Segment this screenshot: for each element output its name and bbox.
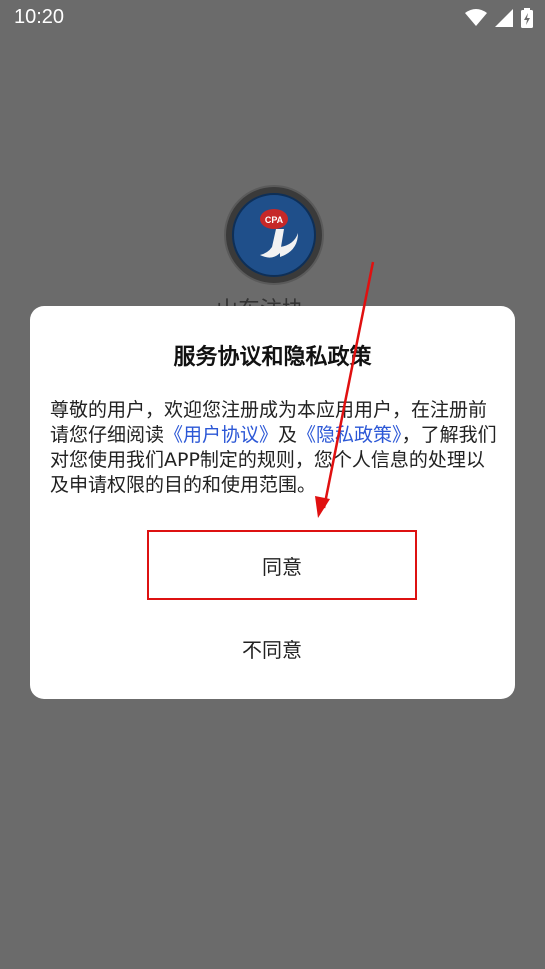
signal-icon bbox=[495, 9, 513, 27]
user-agreement-link[interactable]: 《用户协议》 bbox=[164, 424, 278, 446]
wifi-icon bbox=[465, 9, 487, 26]
dialog-body: 尊敬的用户，欢迎您注册成为本应用用户，在注册前请您仔细阅读《用户协议》及《隐私政… bbox=[50, 398, 500, 498]
privacy-policy-link[interactable]: 《隐私政策》 bbox=[297, 424, 402, 446]
cpa-logo-icon: CPA bbox=[232, 193, 316, 277]
status-icons bbox=[465, 8, 533, 28]
app-logo: CPA bbox=[224, 185, 324, 285]
status-time: 10:20 bbox=[14, 6, 65, 28]
status-bar: 10:20 bbox=[0, 0, 545, 36]
battery-icon bbox=[521, 8, 533, 28]
agree-button[interactable]: 同意 bbox=[147, 530, 417, 600]
svg-text:CPA: CPA bbox=[265, 215, 284, 225]
dialog-title: 服务协议和隐私政策 bbox=[173, 345, 372, 370]
body-text-connector: 及 bbox=[278, 424, 298, 446]
privacy-dialog: 服务协议和隐私政策 尊敬的用户，欢迎您注册成为本应用用户，在注册前请您仔细阅读《… bbox=[30, 306, 515, 699]
disagree-button[interactable]: 不同意 bbox=[147, 616, 397, 680]
